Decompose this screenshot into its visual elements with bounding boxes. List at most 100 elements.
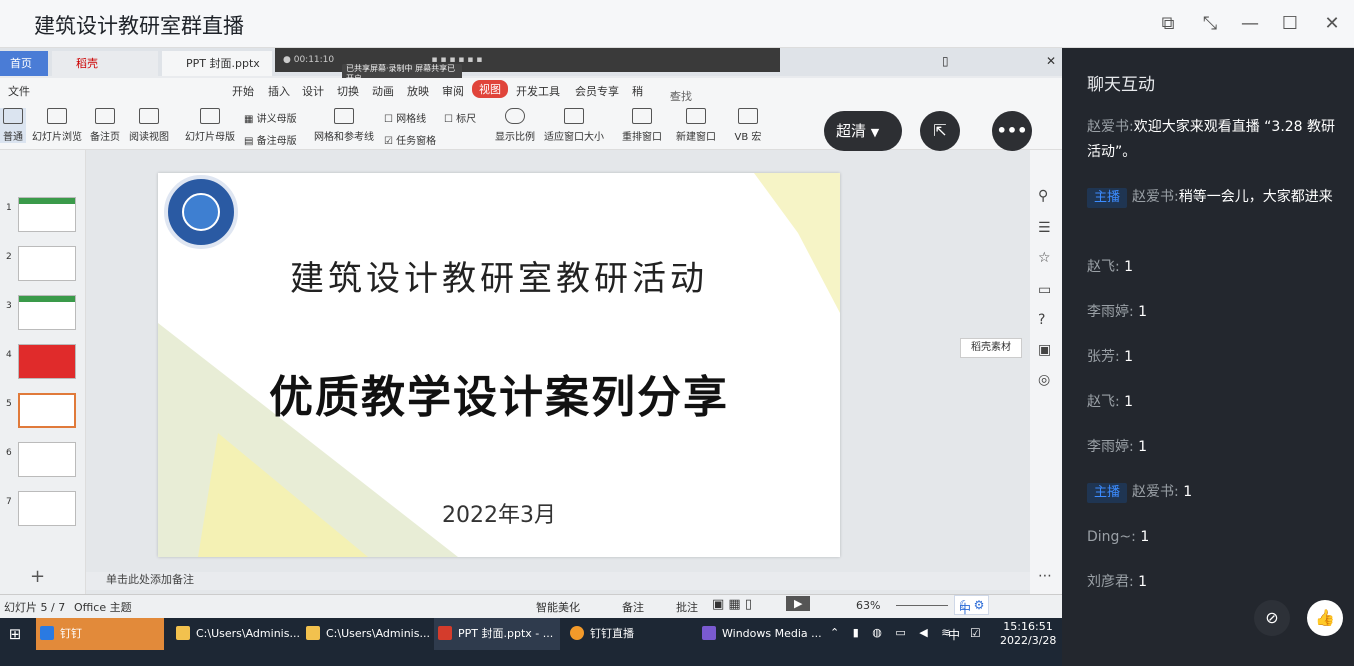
theme-name: Office 主题	[74, 601, 132, 614]
thumb-number: 5	[6, 399, 12, 409]
checkbox-ruler[interactable]: ☐ 标尺	[444, 110, 476, 125]
ribbon-zoom[interactable]: 显示比例	[494, 108, 536, 143]
checkbox-task-pane[interactable]: ☑ 任务窗格	[384, 132, 436, 147]
taskbar-dingtalk-label: 钉钉	[60, 627, 82, 640]
ribbon-slide-sorter[interactable]: 幻灯片浏览	[30, 108, 84, 143]
location-icon[interactable]: ◎	[1038, 372, 1050, 388]
tab-ppt-file[interactable]: PPT 封面.pptx	[162, 51, 272, 76]
taskbar-explorer-2[interactable]: C:\Users\Adminis...	[302, 618, 430, 650]
message-text: 1	[1124, 349, 1134, 365]
taskbar-dingtalk[interactable]: 钉钉	[36, 618, 164, 650]
mini-window-icon[interactable]: ⧉	[1156, 12, 1180, 36]
menu-design[interactable]: 设计	[302, 83, 324, 99]
menu-start[interactable]: 开始	[232, 83, 254, 99]
dingtalk-icon	[40, 626, 54, 640]
quality-selector[interactable]: 超清 ▼	[824, 111, 902, 151]
docer-material-icon[interactable]: ▣	[1038, 342, 1051, 358]
message-text: 1	[1124, 259, 1134, 275]
comment-icon[interactable]: ▭	[1038, 282, 1051, 298]
taskbar-explorer-1-label: C:\Users\Adminis...	[196, 627, 300, 640]
notes-toggle[interactable]: 备注	[622, 599, 644, 615]
ribbon-slide-master[interactable]: 幻灯片母版	[183, 108, 237, 143]
slide-thumb-3[interactable]	[18, 295, 76, 330]
slide-thumb-5[interactable]	[18, 393, 76, 428]
chat-message: 赵飞: 1	[1087, 390, 1337, 415]
play-slideshow-icon[interactable]: ▶	[786, 596, 811, 611]
taskbar-ppt[interactable]: PPT 封面.pptx - ...	[434, 618, 560, 650]
ribbon-notes-page-label: 备注页	[90, 132, 120, 143]
menu-review[interactable]: 审阅	[442, 83, 464, 99]
ribbon-handout-master[interactable]: ▦ 讲义母版	[244, 110, 297, 125]
windows-start-icon[interactable]: ⊞	[0, 618, 30, 650]
tab-home[interactable]: 首页	[0, 51, 48, 76]
menu-slideshow[interactable]: 放映	[407, 83, 429, 99]
like-icon[interactable]: 👍	[1307, 600, 1343, 636]
taskbar-dingtalk-live[interactable]: 钉钉直播	[566, 618, 692, 650]
ribbon-fit-window[interactable]: 适应窗口大小	[542, 108, 606, 143]
ribbon-reading-label: 阅读视图	[129, 132, 169, 143]
taskbar-explorer-1[interactable]: C:\Users\Adminis...	[172, 618, 300, 650]
sender-name: 赵飞:	[1087, 394, 1120, 410]
comments-toggle[interactable]: 批注	[676, 599, 698, 615]
maximize-button[interactable]: ☐	[1278, 12, 1302, 36]
notes-area[interactable]: 单击此处添加备注	[86, 572, 1030, 590]
slide-thumb-2[interactable]	[18, 246, 76, 281]
more-icon[interactable]: ⋯	[1038, 568, 1052, 584]
ribbon-vb[interactable]: VB 宏	[730, 108, 766, 143]
menu-dev[interactable]: 开发工具	[516, 83, 560, 99]
menu-file[interactable]: 文件	[8, 83, 30, 99]
ribbon-notes-master-label: 备注母版	[256, 136, 297, 147]
layout-icon[interactable]: ▯	[942, 54, 949, 68]
add-slide-icon[interactable]: +	[30, 566, 45, 587]
reading-view-icon	[139, 108, 159, 124]
ribbon-arrange[interactable]: 重排窗口	[618, 108, 666, 143]
ribbon-normal[interactable]: 普通	[0, 108, 26, 143]
smart-beautify[interactable]: 智能美化	[536, 599, 580, 615]
more-options-icon[interactable]: •••	[992, 111, 1032, 151]
menu-member[interactable]: 会员专享	[575, 83, 619, 99]
chat-message: 赵飞: 1	[1087, 255, 1337, 280]
ime-toolbar[interactable]: 中 ☾ ⚙	[954, 595, 990, 616]
taskbar-media-label: Windows Media ...	[722, 627, 822, 640]
system-tray-icons[interactable]: ⌃ ▮ ◍ ▭ ◀ ≋	[830, 626, 955, 639]
pin-icon[interactable]: ⚲	[1038, 188, 1048, 204]
right-tool-strip: ⚲ ☰ ☆ ▭ ? ▣ ◎ ⋯	[1030, 150, 1062, 598]
host-badge: 主播	[1087, 483, 1128, 503]
share-out-icon[interactable]: ⇱	[920, 111, 960, 151]
menu-more[interactable]: 稍	[632, 83, 643, 99]
link-icon[interactable]: ⊘	[1254, 600, 1290, 636]
slide-thumb-7[interactable]	[18, 491, 76, 526]
ribbon-reading[interactable]: 阅读视图	[126, 108, 172, 143]
settings-sliders-icon[interactable]: ☰	[1038, 220, 1051, 236]
slide-date: 2022年3月	[442, 503, 556, 528]
zoom-level[interactable]: 63%	[856, 599, 880, 612]
ime-indicator[interactable]: 中	[948, 626, 960, 643]
notes-hint: 单击此处添加备注	[106, 573, 194, 586]
tab-docer[interactable]: 稻壳	[52, 51, 158, 76]
wps-menu-bar: 文件 开始 插入 设计 切换 动画 放映 审阅 视图 开发工具 会员专享 稍 ⌕…	[0, 78, 1062, 167]
slide-thumb-4[interactable]	[18, 344, 76, 379]
menu-animation[interactable]: 动画	[372, 83, 394, 99]
view-buttons[interactable]: ▣ ▦ ▯	[712, 597, 752, 612]
notification-icon[interactable]: ☑	[970, 626, 981, 640]
ribbon-notes-master[interactable]: ▤ 备注母版	[244, 132, 297, 147]
collapse-icon[interactable]: ⤡	[1198, 12, 1222, 36]
zoom-slider[interactable]	[896, 605, 948, 606]
slide-thumb-6[interactable]	[18, 442, 76, 477]
checkbox-gridlines[interactable]: ☐ 网格线	[384, 110, 426, 125]
taskbar-media-player[interactable]: Windows Media ...	[698, 618, 824, 650]
menu-transition[interactable]: 切换	[337, 83, 359, 99]
minimize-button[interactable]: —	[1238, 12, 1262, 36]
ribbon-notes-page[interactable]: 备注页	[87, 108, 123, 143]
star-icon[interactable]: ☆	[1038, 250, 1051, 266]
wps-close-icon[interactable]: ✕	[1046, 54, 1056, 68]
help-icon[interactable]: ?	[1038, 312, 1045, 328]
ribbon-new-window[interactable]: 新建窗口	[674, 108, 718, 143]
ribbon-grid-guides[interactable]: 网格和参考线	[312, 108, 376, 143]
menu-insert[interactable]: 插入	[268, 83, 290, 99]
clock[interactable]: 15:16:51 2022/3/28	[1000, 620, 1056, 648]
close-button[interactable]: ✕	[1320, 12, 1344, 36]
menu-view[interactable]: 视图	[472, 80, 508, 98]
ribbon-arrange-label: 重排窗口	[622, 132, 662, 143]
slide-thumb-1[interactable]	[18, 197, 76, 232]
